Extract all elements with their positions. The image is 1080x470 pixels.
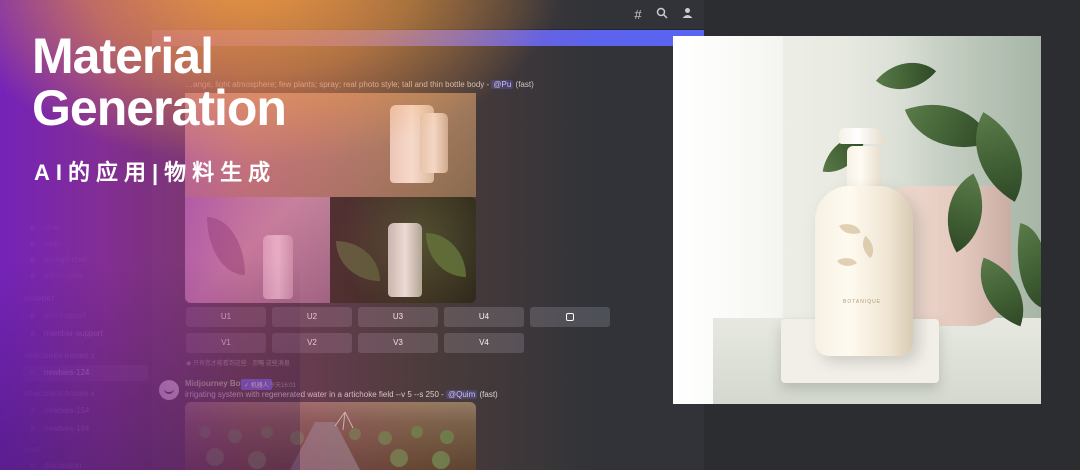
channel-topbar: #: [152, 0, 704, 30]
headline-line-2: Generation: [32, 80, 287, 136]
leaf-shape: [426, 233, 466, 277]
bottle-shape: [388, 223, 422, 297]
variation-3-button[interactable]: V3: [358, 333, 438, 353]
prompt-text: irrigating system with regenerated water…: [185, 390, 444, 399]
sidebar-item-label: chat: [44, 223, 60, 232]
sidebar-item-label: newbies-124: [44, 368, 90, 377]
bottle-shape: [263, 235, 293, 299]
message-prompt: irrigating system with regenerated water…: [185, 390, 498, 399]
upscale-1-button[interactable]: U1: [186, 307, 266, 327]
bottle-shape: [420, 113, 448, 173]
generated-image-4[interactable]: [330, 197, 476, 303]
hash-icon: #: [30, 424, 36, 434]
refresh-icon: [566, 313, 574, 321]
sidebar-item-discussion[interactable]: # discussion: [22, 458, 148, 470]
reroll-button[interactable]: [530, 307, 610, 327]
pump-head: [839, 128, 885, 144]
sidebar-category-newcomer-2[interactable]: NEWCOMER ROOMS 2: [24, 354, 94, 360]
search-icon[interactable]: [654, 7, 670, 23]
variation-1-button[interactable]: V1: [186, 333, 266, 353]
avatar[interactable]: [159, 380, 179, 400]
sidebar-item-label: trial-support: [44, 311, 87, 320]
hash-icon: #: [30, 329, 36, 339]
hash-icon: #: [30, 255, 36, 265]
variation-4-button[interactable]: V4: [444, 333, 524, 353]
sidebar-item-faded[interactable]: # micro-code: [22, 268, 148, 284]
hash-icon: #: [30, 271, 36, 281]
sidebar-item-label: help: [44, 239, 60, 248]
speed-label: (fast): [515, 80, 534, 89]
sidebar-category-chat[interactable]: CHAT: [24, 448, 41, 454]
leaf-shape: [336, 241, 380, 281]
upscale-3-button[interactable]: U3: [358, 307, 438, 327]
sidebar-item-faded[interactable]: # chat: [22, 220, 148, 236]
hash-icon: #: [30, 311, 36, 321]
speed-label: (fast): [479, 390, 498, 399]
sidebar-item-newbies-154[interactable]: # newbies-154: [22, 403, 148, 419]
sidebar-item-label: member-support: [44, 329, 103, 338]
bottle-neck: [847, 146, 881, 190]
hash-icon: #: [30, 368, 36, 378]
user-mention[interactable]: @Pu: [491, 80, 514, 89]
sidebar-item-label: micro-code: [44, 271, 84, 280]
generated-image-3[interactable]: [185, 197, 330, 303]
ephemeral-note: ◉ 只有您才能看到这些 · 忽略 这些消息: [186, 358, 290, 367]
sidebar-category-newcomer-4[interactable]: NEWCOMER ROOMS 4: [24, 392, 94, 398]
user-mention[interactable]: @Quim: [446, 390, 478, 399]
ephemeral-note-text: 只有您才能看到这些 · 忽略 这些消息: [192, 361, 290, 367]
sidebar-item-trial-support[interactable]: # trial-support: [22, 308, 148, 324]
sidebar-item-label: newbies-154: [44, 406, 90, 415]
bot-badge: ✓ 机器人: [241, 379, 272, 390]
sidebar-item-label: discussion: [44, 461, 82, 470]
sidebar-item-member-support[interactable]: # member-support: [22, 326, 148, 342]
hash-icon: #: [30, 223, 36, 233]
hero-product-photo: BOTANIQUE: [673, 36, 1041, 404]
leaf-shape: [207, 217, 245, 275]
upscale-4-button[interactable]: U4: [444, 307, 524, 327]
banner-subtitle: AI的应用|物料生成: [34, 160, 277, 185]
field-rows-graphic: [199, 411, 454, 470]
sidebar-category-support[interactable]: SUPPORT: [24, 297, 55, 303]
sidebar-item-faded[interactable]: # prompt-chat: [22, 252, 148, 268]
members-icon[interactable]: [679, 7, 695, 23]
hash-icon: #: [30, 406, 36, 416]
sailboat-icon: [164, 386, 174, 394]
sidebar-item-newbies-184[interactable]: # newbies-184: [22, 421, 148, 437]
upscale-2-button[interactable]: U2: [272, 307, 352, 327]
bottle-label-text: BOTANIQUE: [843, 299, 882, 305]
generated-image-field[interactable]: [185, 402, 476, 470]
variation-2-button[interactable]: V2: [272, 333, 352, 353]
message-author[interactable]: Midjourney Bot: [185, 379, 243, 388]
hash-icon: #: [30, 461, 36, 470]
lotion-bottle: [815, 186, 913, 356]
banner-headline: Material Generation: [32, 28, 287, 136]
headline-line-1: Material: [32, 28, 214, 84]
threads-icon[interactable]: #: [630, 7, 646, 23]
sidebar-item-label: newbies-184: [44, 424, 90, 433]
sidebar-item-newbies-124[interactable]: # newbies-124: [22, 365, 148, 381]
hash-icon: #: [30, 239, 36, 249]
message-timestamp: 今天16:01: [269, 383, 297, 389]
eye-icon: ◉: [186, 361, 193, 367]
sidebar-item-faded[interactable]: # help: [22, 236, 148, 252]
sidebar-item-label: prompt-chat: [44, 255, 87, 264]
